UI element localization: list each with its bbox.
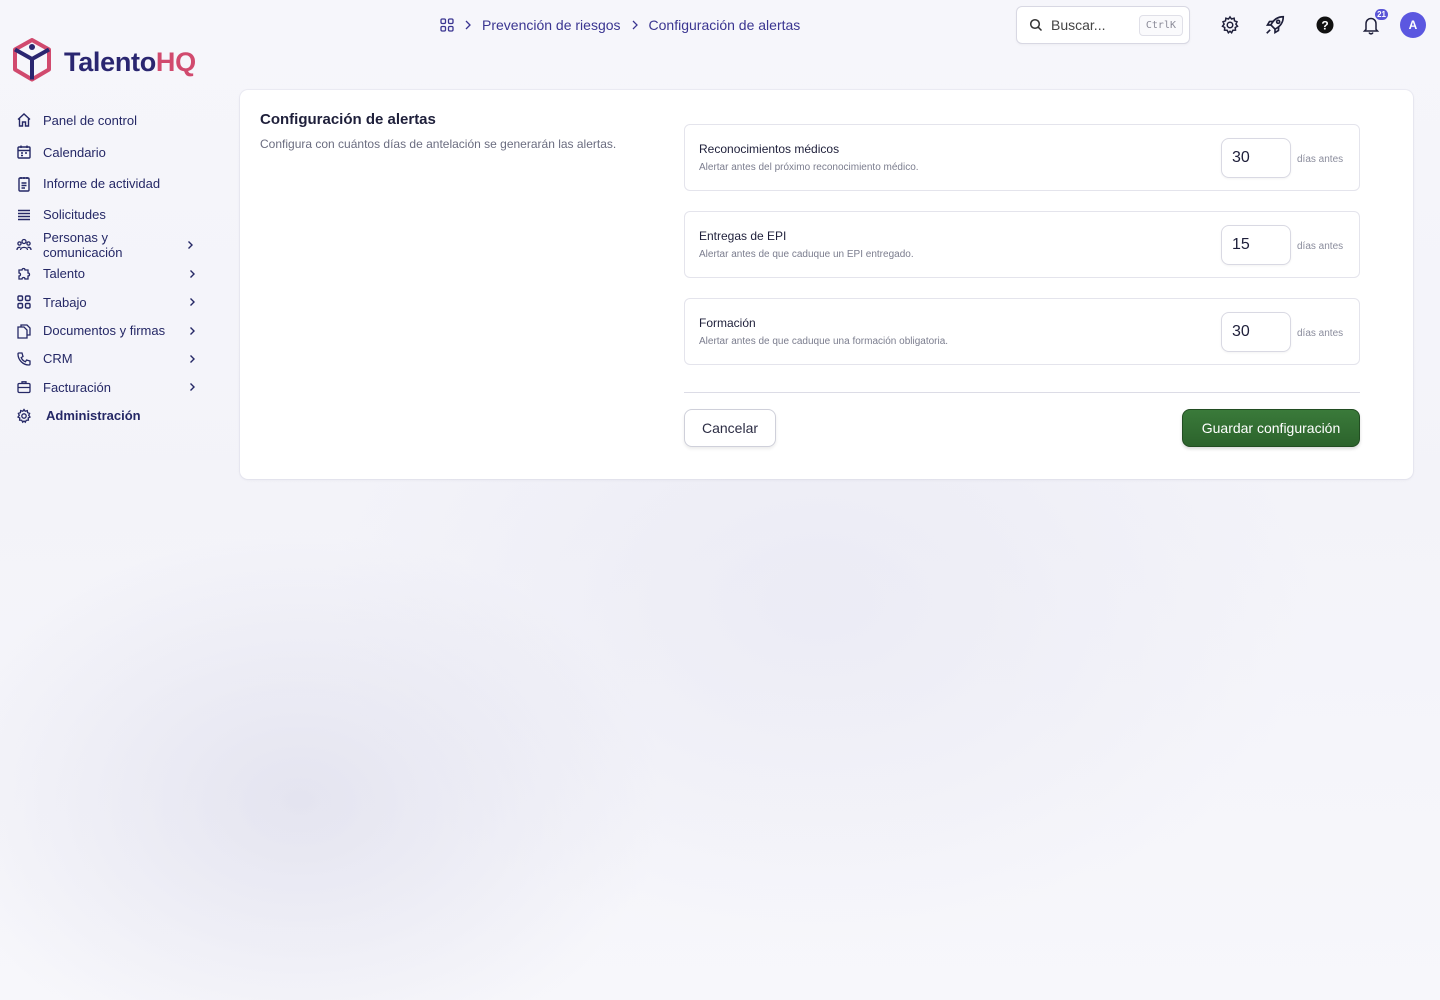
days-input-reconocimientos[interactable]	[1221, 138, 1291, 178]
logo-text: TalentoHQ	[64, 47, 196, 77]
search-input[interactable]	[1051, 17, 1135, 33]
chevron-right-icon	[184, 294, 200, 310]
phone-icon	[15, 350, 33, 368]
search-box[interactable]: CtrlK	[1016, 6, 1190, 44]
sidebar-item-label: Facturación	[43, 379, 111, 395]
sidebar-item-label: Trabajo	[43, 294, 87, 310]
whats-new-button[interactable]	[1263, 13, 1287, 37]
notification-count-badge: 21	[1375, 9, 1388, 20]
alert-row-epi: Entregas de EPI Alertar antes de que cad…	[684, 211, 1360, 278]
sidebar-item-label: Administración	[46, 408, 141, 424]
notifications-button[interactable]: 21	[1359, 9, 1388, 37]
chevron-right-icon	[464, 20, 472, 30]
days-input-formacion[interactable]	[1221, 312, 1291, 352]
sidebar-item-crm[interactable]: CRM	[12, 345, 212, 373]
alert-title: Reconocimientos médicos	[699, 142, 840, 156]
sidebar-item-label: Documentos y firmas	[43, 323, 166, 339]
sidebar-item-trabajo[interactable]: Trabajo	[12, 288, 212, 316]
alert-settings-card: Configuración de alertas Configura con c…	[240, 90, 1413, 479]
home-icon	[15, 111, 33, 129]
list-icon	[15, 206, 33, 224]
gear-icon	[15, 407, 33, 425]
logo-cube-icon	[12, 38, 52, 87]
rocket-icon	[1264, 14, 1286, 36]
grid-icon	[15, 293, 33, 311]
people-icon	[15, 236, 33, 254]
days-unit-label: días antes	[1297, 154, 1344, 165]
briefcase-icon	[15, 378, 33, 396]
sidebar-item-label: Panel de control	[43, 112, 137, 128]
days-unit-label: días antes	[1297, 241, 1344, 252]
save-configuration-button[interactable]: Guardar configuración	[1182, 409, 1360, 447]
sidebar-item-panel-de-control[interactable]: Panel de control	[12, 106, 212, 134]
sidebar-item-label: Talento	[43, 266, 85, 282]
sidebar-item-talento[interactable]: Talento	[12, 260, 212, 288]
chevron-right-icon	[184, 266, 200, 282]
alert-row-reconocimientos: Reconocimientos médicos Alertar antes de…	[684, 124, 1360, 191]
search-icon	[1029, 18, 1043, 32]
sidebar-item-label: Informe de actividad	[43, 176, 161, 192]
sidebar-item-personas-y-comunicacion[interactable]: Personas y comunicación	[12, 230, 212, 261]
search-shortcut-hint: CtrlK	[1138, 14, 1183, 36]
apps-grid-icon[interactable]	[440, 18, 454, 32]
alert-row-formacion: Formación Alertar antes de que caduque u…	[684, 298, 1360, 365]
chevron-right-icon	[182, 237, 198, 253]
breadcrumb-item-configuracion[interactable]: Configuración de alertas	[649, 17, 801, 33]
calendar-icon	[15, 143, 33, 161]
chevron-right-icon	[184, 379, 200, 395]
sidebar-item-label: Calendario	[43, 144, 106, 160]
alert-description: Alertar antes del próximo reconocimiento…	[699, 162, 919, 173]
sidebar-item-label: Personas y comunicación	[43, 230, 123, 261]
days-input-epi[interactable]	[1221, 225, 1291, 265]
alert-description: Alertar antes de que caduque un EPI entr…	[699, 249, 914, 260]
page-title: Configuración de alertas	[260, 111, 436, 128]
documents-icon	[15, 322, 33, 340]
page-description: Configura con cuántos días de antelación…	[260, 137, 617, 151]
sidebar-item-administracion[interactable]: Administración	[12, 402, 212, 430]
alert-title: Entregas de EPI	[699, 229, 787, 243]
report-icon	[15, 175, 33, 193]
cancel-button[interactable]: Cancelar	[684, 409, 776, 447]
breadcrumb: Prevención de riesgos Configuración de a…	[440, 16, 800, 34]
form-divider	[684, 392, 1360, 393]
chevron-right-icon	[184, 351, 200, 367]
sidebar-item-solicitudes[interactable]: Solicitudes	[12, 201, 212, 229]
sidebar-item-documentos-y-firmas[interactable]: Documentos y firmas	[12, 316, 212, 344]
sidebar-nav: Panel de control Calendario Informe de a…	[12, 106, 212, 430]
svg-text:?: ?	[1321, 19, 1328, 33]
sidebar-item-calendario[interactable]: Calendario	[12, 138, 212, 166]
alert-description: Alertar antes de que caduque una formaci…	[699, 336, 949, 347]
chevron-right-icon	[184, 323, 200, 339]
sidebar-item-label: CRM	[43, 351, 73, 367]
alert-title: Formación	[699, 316, 756, 330]
help-button[interactable]: ?	[1313, 13, 1337, 37]
sidebar-item-informe-de-actividad[interactable]: Informe de actividad	[12, 169, 212, 197]
sidebar-item-label: Solicitudes	[43, 207, 106, 223]
settings-button[interactable]	[1218, 13, 1242, 37]
app-logo[interactable]: TalentoHQ	[12, 38, 196, 87]
breadcrumb-item-prevencion[interactable]: Prevención de riesgos	[482, 17, 621, 33]
help-icon: ?	[1315, 15, 1335, 35]
days-unit-label: días antes	[1297, 328, 1344, 339]
chevron-right-icon	[631, 20, 639, 30]
puzzle-icon	[15, 265, 33, 283]
gear-icon	[1220, 15, 1240, 35]
user-avatar[interactable]: A	[1400, 12, 1426, 38]
sidebar-item-facturacion[interactable]: Facturación	[12, 373, 212, 401]
